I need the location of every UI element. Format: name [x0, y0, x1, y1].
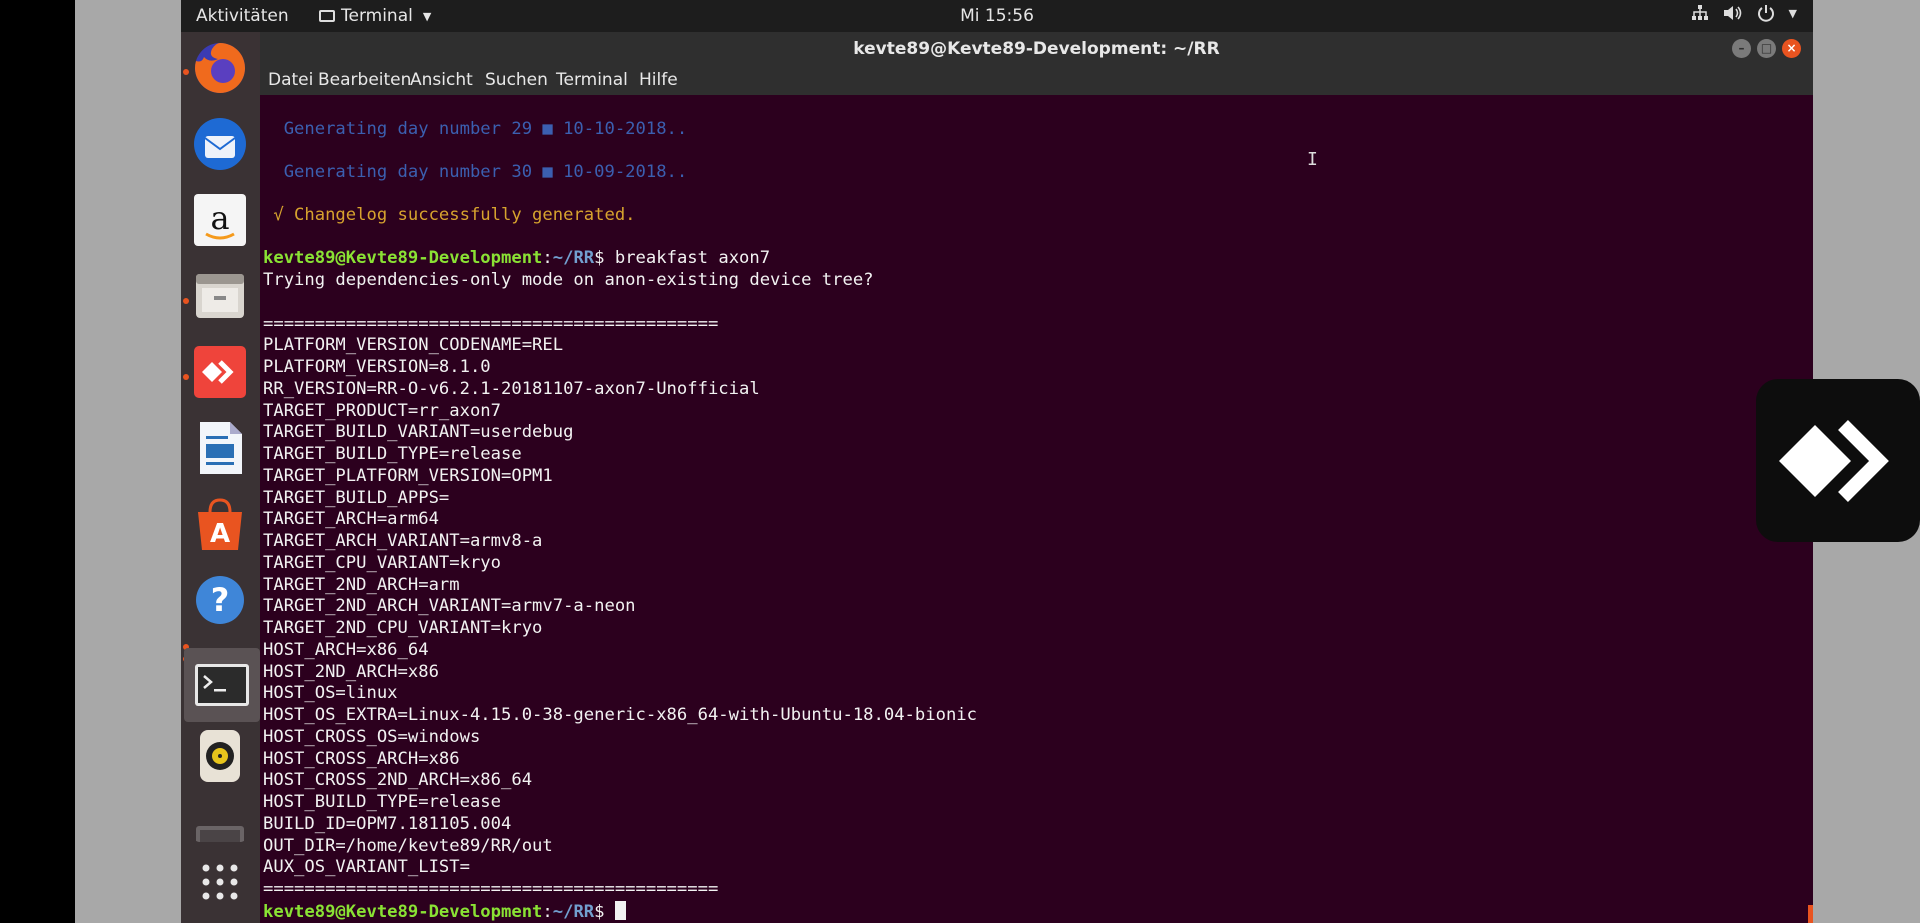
network-icon[interactable]: [1691, 4, 1709, 22]
running-indicator: [183, 298, 189, 304]
corner-indicator: [1808, 905, 1813, 923]
terminal-mini-icon: [319, 10, 335, 22]
output-line: TARGET_BUILD_APPS=: [263, 487, 450, 508]
output-line: TARGET_2ND_CPU_VARIANT=kryo: [263, 618, 543, 638]
files-icon[interactable]: [192, 268, 248, 324]
output-line: HOST_OS=linux: [263, 683, 398, 704]
software-icon[interactable]: A: [192, 496, 248, 552]
minimize-icon[interactable]: –: [1732, 39, 1751, 58]
menu-datei[interactable]: Datei: [268, 70, 313, 90]
generating-line-30: Generating day number 30 ■ 10-09-2018..: [263, 162, 688, 182]
output-line: PLATFORM_VERSION_CODENAME=REL: [263, 335, 564, 356]
output-line: HOST_2ND_ARCH=x86: [263, 661, 439, 682]
output-line: TARGET_BUILD_TYPE=release: [263, 444, 522, 464]
firefox-icon[interactable]: [192, 40, 248, 96]
prompt-symbol: $: [594, 902, 605, 922]
output-line: TARGET_2ND_ARCH_VARIANT=armv7-a-neon: [263, 596, 636, 617]
terminal-output[interactable]: Generating day number 29 ■ 10-10-2018.. …: [260, 95, 1813, 923]
tray-chevron-down-icon[interactable]: ▼: [1789, 7, 1797, 20]
clock[interactable]: Mi 15:56: [960, 6, 1034, 26]
running-indicator: [183, 374, 189, 380]
output-line: HOST_OS_EXTRA=Linux-4.15.0-38-generic-x8…: [263, 705, 977, 725]
menu-suchen[interactable]: Suchen: [485, 70, 548, 90]
command-text: breakfast axon7: [604, 248, 771, 268]
output-line: HOST_ARCH=x86_64: [263, 639, 429, 660]
volume-icon[interactable]: [1723, 4, 1743, 22]
rhythmbox-icon[interactable]: [192, 728, 248, 784]
menu-terminal[interactable]: Terminal: [556, 70, 628, 90]
prompt-path: ~/RR: [552, 248, 595, 268]
window-title: kevte89@Kevte89-Development: ~/RR: [853, 39, 1220, 59]
ibeam-cursor-icon: I: [1307, 149, 1318, 170]
output-line: TARGET_2ND_ARCH=arm: [263, 574, 460, 595]
window-title-bar[interactable]: kevte89@Kevte89-Development: ~/RR – □ ×: [260, 32, 1813, 66]
menu-bearbeiten[interactable]: Bearbeiten: [318, 70, 411, 90]
output-line: BUILD_ID=OPM7.181105.004: [263, 813, 512, 834]
output-line: HOST_BUILD_TYPE=release: [263, 792, 501, 812]
menu-bar: Datei Bearbeiten Ansicht Suchen Terminal…: [260, 66, 1813, 95]
output-line: HOST_CROSS_OS=windows: [263, 726, 481, 747]
text-cursor: [614, 901, 626, 920]
output-line: TARGET_CPU_VARIANT=kryo: [263, 552, 501, 573]
prompt-line: kevte89@Kevte89-Development:~/RR$ breakf…: [263, 248, 771, 268]
anydesk-icon: [1779, 419, 1889, 502]
prompt-path: ~/RR: [552, 902, 595, 922]
output-line: RR_VERSION=RR-O-v6.2.1-20181107-axon7-Un…: [263, 378, 760, 399]
anydesk-overlay-button[interactable]: [1756, 379, 1920, 542]
help-icon[interactable]: ?: [192, 572, 248, 628]
output-line: TARGET_ARCH=arm64: [263, 509, 439, 530]
app-menu-button[interactable]: Terminal ▼: [319, 6, 431, 26]
power-icon[interactable]: [1757, 4, 1775, 22]
prompt-symbol: $: [594, 248, 605, 268]
output-line: TARGET_BUILD_VARIANT=userdebug: [263, 422, 574, 443]
output-line: OUT_DIR=/home/kevte89/RR/out: [263, 835, 553, 856]
output-line: ========================================…: [263, 879, 719, 899]
close-icon[interactable]: ×: [1782, 39, 1801, 58]
active-prompt-line: kevte89@Kevte89-Development:~/RR$: [263, 901, 626, 923]
desktop-screen: Aktivitäten Terminal ▼ Mi 15:56 ▼ a A ? …: [181, 0, 1813, 923]
partial-app-icon[interactable]: [192, 822, 248, 842]
svg-text:?: ?: [211, 581, 230, 619]
writer-icon[interactable]: [192, 420, 248, 476]
menu-hilfe[interactable]: Hilfe: [639, 70, 678, 90]
dock: a A ?: [181, 32, 260, 923]
thunderbird-icon[interactable]: [192, 116, 248, 172]
output-line: TARGET_PRODUCT=rr_axon7: [263, 400, 501, 421]
output-line: PLATFORM_VERSION=8.1.0: [263, 357, 491, 377]
anydesk-icon[interactable]: [192, 344, 248, 400]
prompt-user: kevte89@Kevte89-Development: [263, 248, 543, 268]
maximize-icon[interactable]: □: [1757, 39, 1776, 58]
app-menu-label: Terminal: [341, 6, 413, 26]
output-line: Trying dependencies-only mode on anon-ex…: [263, 270, 874, 290]
svg-text:A: A: [210, 519, 230, 549]
output-line: AUX_OS_VARIANT_LIST=: [263, 857, 470, 878]
output-line: HOST_CROSS_2ND_ARCH=x86_64: [263, 770, 533, 791]
app-grid-icon[interactable]: [192, 854, 248, 910]
window-controls: – □ ×: [1732, 39, 1801, 58]
terminal-icon[interactable]: [184, 648, 260, 722]
output-line: ========================================…: [263, 313, 719, 334]
changelog-success-line: √ Changelog successfully generated.: [263, 205, 636, 225]
top-bar: Aktivitäten Terminal ▼ Mi 15:56 ▼: [181, 0, 1813, 32]
chevron-down-icon: ▼: [422, 9, 432, 23]
running-indicator: [183, 69, 189, 75]
svg-text:a: a: [210, 199, 229, 237]
prompt-user: kevte89@Kevte89-Development: [263, 902, 543, 922]
generating-line-29: Generating day number 29 ■ 10-10-2018..: [263, 119, 688, 139]
menu-ansicht[interactable]: Ansicht: [410, 70, 473, 90]
amazon-icon[interactable]: a: [192, 192, 248, 248]
output-line: TARGET_ARCH_VARIANT=armv8-a: [263, 531, 543, 551]
system-tray[interactable]: ▼: [1691, 4, 1797, 22]
output-line: HOST_CROSS_ARCH=x86: [263, 748, 460, 769]
left-gray-bar: [75, 0, 181, 923]
output-line: TARGET_PLATFORM_VERSION=OPM1: [263, 465, 553, 486]
activities-button[interactable]: Aktivitäten: [196, 6, 289, 26]
